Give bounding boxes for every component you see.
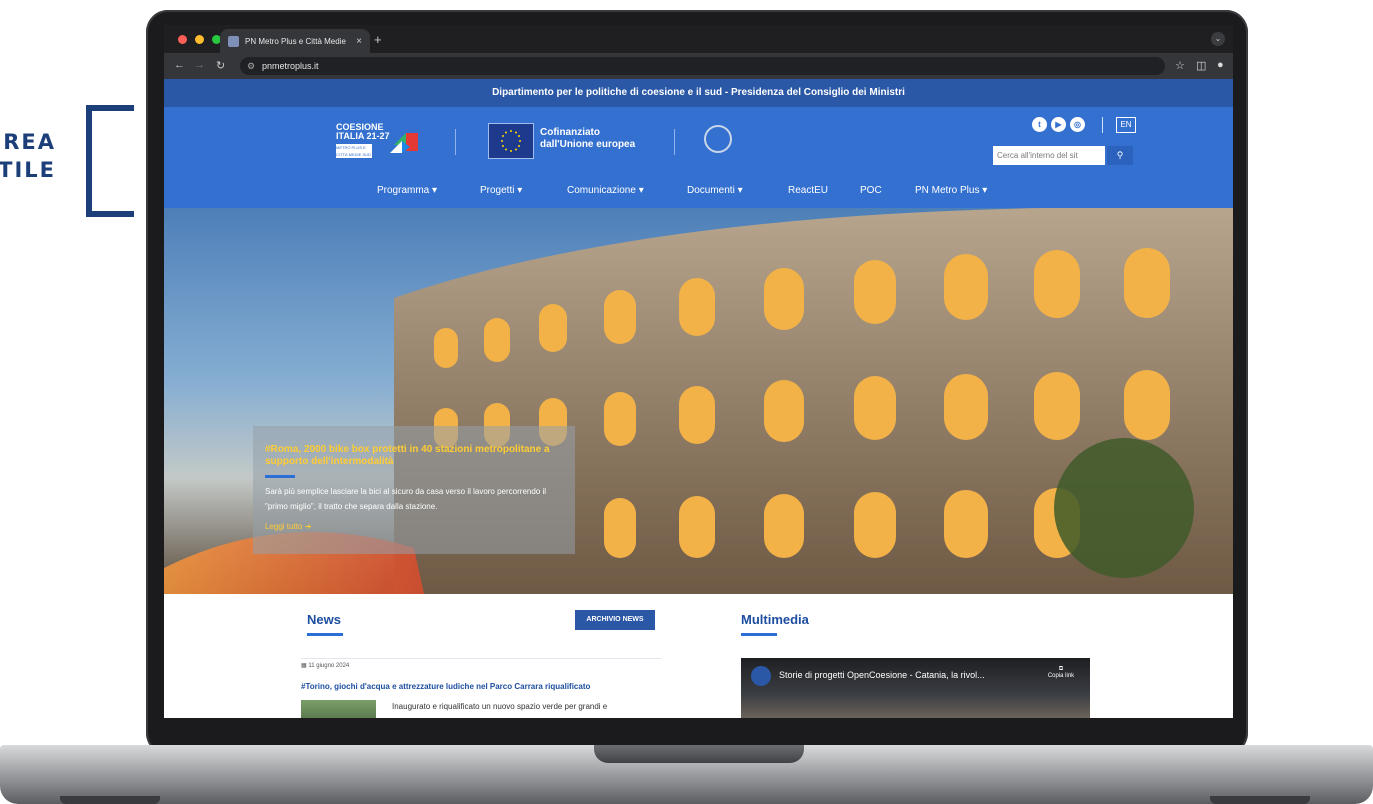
laptop-screen: PN Metro Plus e Città Medie × + ⌄ ← → ↻ … — [164, 25, 1233, 718]
nav-item-reacteu[interactable]: ReactEU — [788, 185, 828, 196]
window-controls — [178, 35, 221, 44]
news-divider — [301, 658, 661, 659]
copy-icon: ⧉ — [1058, 666, 1064, 672]
minimize-window-button[interactable] — [195, 35, 204, 44]
header-separator — [674, 129, 675, 155]
nav-item-documenti[interactable]: Documenti ▾ — [687, 185, 743, 196]
coesione-logo-text: COESIONE ITALIA 21-27 — [336, 123, 390, 141]
eu-cofunded-text: Cofinanziato dall'Unione europea — [540, 127, 635, 151]
extensions-icon[interactable]: ◫ — [1196, 59, 1206, 72]
twitter-icon[interactable]: t — [1032, 117, 1047, 132]
header-separator — [1102, 117, 1103, 133]
search-input[interactable]: Cerca all'interno del sit — [993, 146, 1105, 165]
coesione-logo[interactable]: COESIONE ITALIA 21-27 METRO PLUS E CITTÀ… — [336, 123, 426, 159]
reload-icon[interactable]: ↻ — [216, 59, 225, 72]
caret-down-icon: ▾ — [638, 185, 644, 196]
youtube-icon[interactable]: ▶ — [1051, 117, 1066, 132]
nav-label: PN Metro Plus — [915, 185, 980, 196]
news-item-title[interactable]: #Torino, giochi d'acqua e attrezzature l… — [301, 682, 661, 691]
browser-tab[interactable]: PN Metro Plus e Città Medie × — [220, 29, 370, 53]
multimedia-section-title: Multimedia — [741, 612, 809, 627]
laptop-notch — [594, 745, 804, 763]
favicon-icon — [228, 35, 239, 47]
nav-label: Progetti — [480, 185, 515, 196]
multimedia-title-underline — [741, 633, 777, 636]
video-embed[interactable]: Storie di progetti OpenCoesione - Catani… — [741, 658, 1090, 718]
coesione-mark-icon — [390, 133, 418, 153]
read-more-link[interactable]: Leggi tutto ➔ — [265, 522, 311, 531]
social-links: t ▶ ◎ — [1032, 117, 1085, 132]
caret-down-icon: ▾ — [982, 185, 988, 196]
channel-avatar[interactable] — [751, 666, 771, 686]
caret-down-icon: ▾ — [432, 185, 438, 196]
news-section-title: News — [307, 612, 341, 627]
browser-tabbar: PN Metro Plus e Città Medie × + ⌄ — [164, 25, 1233, 53]
gov-bar[interactable]: Dipartimento per le politiche di coesion… — [164, 79, 1233, 107]
side-label-line1: REA — [3, 130, 56, 154]
bookmark-star-icon[interactable]: ☆ — [1175, 59, 1185, 72]
nav-label: ReactEU — [788, 185, 829, 196]
nav-item-pn-metro-plus[interactable]: PN Metro Plus ▾ — [915, 185, 987, 196]
hero-title[interactable]: #Roma, 2000 bike box protetti in 40 staz… — [265, 444, 565, 468]
side-label-line2: TILE — [0, 158, 56, 182]
news-item-text: Inaugurato e riqualificato un nuovo spaz… — [392, 702, 608, 711]
nav-label: Documenti — [687, 185, 735, 196]
browser-toolbar: ← → ↻ ⚙ pnmetroplus.it ☆ ◫ ● — [164, 53, 1233, 79]
header-separator — [455, 129, 456, 155]
hero-text: Sarà più semplice lasciare la bici al si… — [265, 487, 547, 511]
nav-label: POC — [860, 185, 882, 196]
coesione-sub: METRO PLUS E CITTÀ MEDIE SUD — [336, 144, 372, 158]
laptop-foot-right — [1210, 796, 1310, 804]
chevron-down-icon[interactable]: ⌄ — [1211, 32, 1225, 46]
tab-close-icon[interactable]: × — [356, 36, 362, 47]
news-thumbnail[interactable] — [301, 700, 376, 718]
close-window-button[interactable] — [178, 35, 187, 44]
nav-item-progetti[interactable]: Progetti ▾ — [480, 185, 522, 196]
site-info-icon[interactable]: ⚙ — [247, 57, 255, 75]
main-nav: Programma ▾ Progetti ▾ Comunicazione ▾ D… — [164, 179, 1233, 205]
news-date-text: 11 giugno 2024 — [308, 663, 350, 669]
search-button[interactable]: ⚲ — [1107, 146, 1133, 165]
news-date: ▦ 11 giugno 2024 — [301, 662, 349, 669]
hero-title-underline — [265, 475, 295, 478]
language-switch[interactable]: EN — [1116, 117, 1136, 133]
archive-news-button[interactable]: ARCHIVIO NEWS — [575, 610, 655, 630]
instagram-icon[interactable]: ◎ — [1070, 117, 1085, 132]
url-bar[interactable]: ⚙ pnmetroplus.it — [240, 57, 1165, 75]
new-tab-button[interactable]: + — [374, 32, 382, 47]
copy-link-button[interactable]: ⧉ Copia link — [1041, 666, 1081, 679]
eu-text-line2: dall'Unione europea — [540, 139, 636, 150]
bracket-decoration — [86, 105, 134, 217]
content-section: News ARCHIVIO NEWS ▦ 11 giugno 2024 #Tor… — [164, 594, 1233, 718]
italian-republic-emblem-icon — [704, 125, 732, 153]
hero-carousel[interactable]: #Roma, 2000 bike box protetti in 40 staz… — [164, 208, 1233, 594]
tab-title: PN Metro Plus e Città Medie — [245, 36, 346, 46]
copy-link-label: Copia link — [1047, 673, 1075, 679]
nav-item-comunicazione[interactable]: Comunicazione ▾ — [567, 185, 644, 196]
profile-icon[interactable]: ● — [1217, 59, 1224, 71]
coesione-line2: ITALIA 21-27 — [336, 131, 390, 141]
hero-caption: #Roma, 2000 bike box protetti in 40 staz… — [253, 426, 575, 554]
video-title[interactable]: Storie di progetti OpenCoesione - Catani… — [779, 670, 985, 680]
nav-item-programma[interactable]: Programma ▾ — [377, 185, 437, 196]
back-icon[interactable]: ← — [174, 59, 185, 71]
caret-down-icon: ▾ — [517, 185, 523, 196]
forward-icon[interactable]: → — [194, 59, 205, 71]
nav-label: Comunicazione — [567, 185, 636, 196]
news-title-underline — [307, 633, 343, 636]
url-text: pnmetroplus.it — [262, 61, 319, 71]
nav-label: Programma — [377, 185, 430, 196]
caret-down-icon: ▾ — [737, 185, 743, 196]
eu-text-line1: Cofinanziato — [540, 127, 600, 138]
side-label: REA TILE — [0, 128, 56, 184]
eu-flag-icon — [488, 123, 534, 159]
laptop-foot-left — [60, 796, 160, 804]
nav-item-poc[interactable]: POC — [860, 185, 882, 196]
search-icon: ⚲ — [1116, 150, 1124, 160]
site-header: COESIONE ITALIA 21-27 METRO PLUS E CITTÀ… — [164, 107, 1233, 208]
